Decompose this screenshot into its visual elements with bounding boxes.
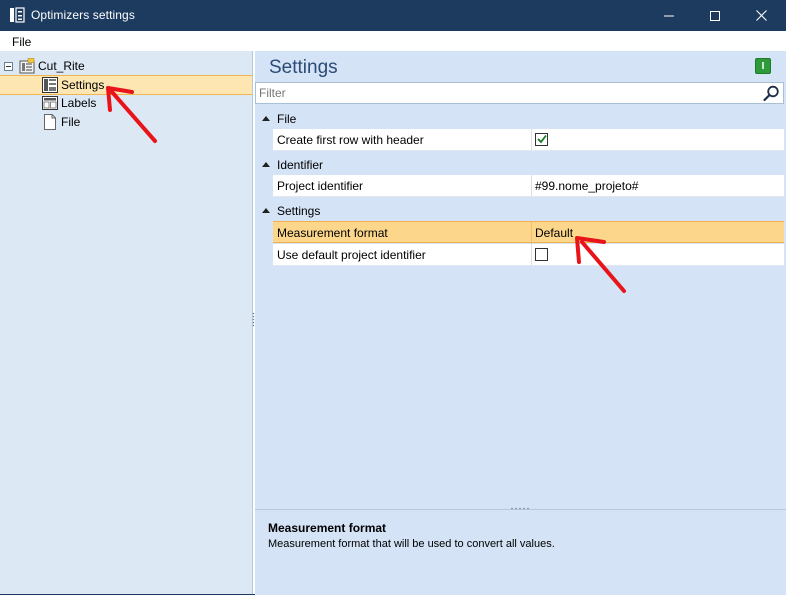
tree-label-root: Cut_Rite — [38, 59, 85, 73]
tree-label-file: File — [61, 115, 81, 129]
measurement-format-value: Default — [535, 226, 574, 240]
title-bar[interactable]: Optimizers settings — [0, 0, 786, 31]
maximize-icon — [710, 10, 720, 21]
collapse-caret-icon[interactable] — [262, 208, 270, 213]
window-title: Optimizers settings — [31, 8, 135, 22]
property-value[interactable] — [531, 244, 784, 266]
category-label: Settings — [277, 204, 321, 218]
tree-item-file[interactable]: File — [42, 113, 80, 131]
category-label: File — [277, 112, 297, 126]
property-name: Use default project identifier — [277, 248, 426, 262]
create-header-checkbox[interactable] — [535, 133, 548, 146]
minimize-icon — [664, 15, 674, 16]
description-title: Measurement format — [268, 521, 387, 535]
property-value[interactable]: Default — [531, 222, 784, 244]
category-label: Identifier — [277, 158, 324, 172]
category-file[interactable]: File — [255, 109, 784, 128]
property-value[interactable] — [531, 129, 784, 151]
labels-icon — [42, 96, 58, 110]
tree-item-labels[interactable]: Labels — [42, 94, 96, 112]
info-button[interactable]: I — [755, 58, 771, 74]
property-row-create-first-row[interactable]: Create first row with header — [273, 129, 784, 151]
maximize-button[interactable] — [692, 0, 738, 31]
panel-heading: Settings — [269, 57, 338, 78]
filter-input[interactable] — [259, 85, 759, 101]
property-row-measurement-format[interactable]: Measurement format Default — [273, 221, 784, 244]
property-row-use-default-identifier[interactable]: Use default project identifier — [273, 244, 784, 266]
project-icon — [19, 58, 35, 74]
use-default-identifier-checkbox[interactable] — [535, 248, 548, 261]
close-button[interactable] — [738, 0, 784, 31]
property-name: Project identifier — [277, 179, 364, 193]
property-value[interactable]: #99.nome_projeto# — [531, 175, 784, 197]
annotation-arrow-measurement — [575, 236, 626, 293]
menu-file[interactable]: File — [12, 35, 31, 49]
category-identifier[interactable]: Identifier — [255, 155, 784, 174]
property-name: Create first row with header — [277, 133, 424, 147]
close-icon — [755, 10, 767, 21]
tree-node-cut-rite[interactable]: Cut_Rite — [4, 57, 85, 75]
description-splitter-grip[interactable] — [510, 506, 530, 511]
collapse-caret-icon[interactable] — [262, 162, 270, 167]
app-window: Optimizers settings File Cut_Rite Settin… — [0, 0, 786, 595]
category-settings[interactable]: Settings — [255, 201, 784, 220]
description-text: Measurement format that will be used to … — [268, 538, 555, 550]
search-icon[interactable] — [763, 85, 780, 102]
collapse-icon[interactable] — [4, 61, 13, 71]
tree-label-labels: Labels — [61, 96, 97, 110]
filter-box[interactable] — [255, 82, 784, 104]
settings-panel: Settings I File Create first row with he… — [255, 51, 786, 595]
annotation-arrow-settings — [106, 86, 157, 143]
project-identifier-value: #99.nome_projeto# — [535, 179, 639, 193]
check-icon — [537, 134, 547, 144]
property-name: Measurement format — [277, 226, 388, 240]
property-row-project-identifier[interactable]: Project identifier #99.nome_projeto# — [273, 175, 784, 197]
settings-icon — [42, 77, 58, 93]
collapse-caret-icon[interactable] — [262, 116, 270, 121]
menu-bar: File — [0, 31, 786, 51]
minimize-button[interactable] — [646, 0, 692, 31]
description-pane: Measurement format Measurement format th… — [255, 506, 786, 595]
app-icon — [10, 7, 25, 23]
tree-label-settings: Settings — [61, 78, 105, 92]
file-icon — [44, 114, 56, 130]
